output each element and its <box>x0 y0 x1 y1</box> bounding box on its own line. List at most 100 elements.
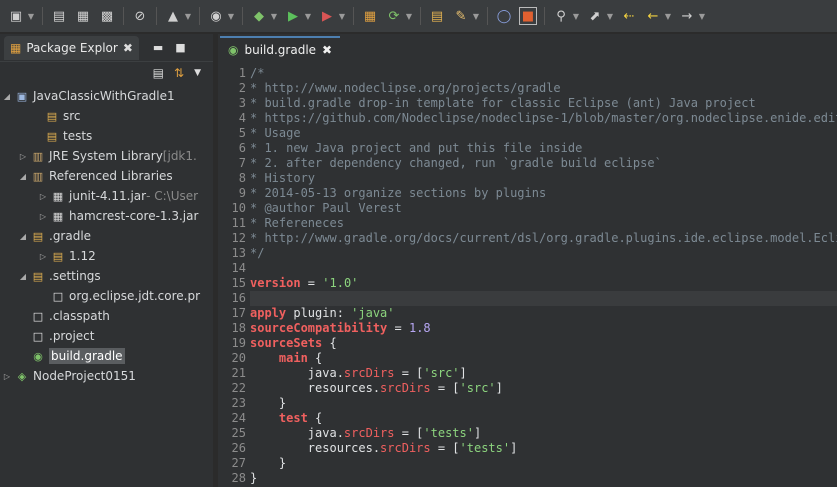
tree-item[interactable]: ▷ ▦ hamcrest-core-1.3.jar <box>38 206 199 226</box>
code-line[interactable]: resources.srcDirs = ['src'] <box>250 381 503 396</box>
code-line[interactable]: version = '1.0' <box>250 276 358 291</box>
expand-toggle-icon[interactable]: ▷ <box>38 212 48 221</box>
code-line[interactable]: * 2014-05-13 organize sections by plugin… <box>250 186 546 201</box>
code-line[interactable]: } <box>250 396 286 411</box>
chevron-down-icon[interactable]: ▼ <box>304 7 312 25</box>
minimize-icon[interactable]: ▬ <box>153 41 163 54</box>
code-line[interactable]: apply plugin: 'java' <box>250 306 395 321</box>
view-menu-icon[interactable]: ▼ <box>194 68 201 78</box>
code-token: test <box>278 411 308 425</box>
new-package-icon[interactable]: ▦ <box>361 7 379 25</box>
expand-toggle-icon[interactable]: ▷ <box>38 192 48 201</box>
back-icon[interactable]: ← <box>644 7 662 25</box>
link-with-editor-icon[interactable]: ⇅ <box>174 66 184 80</box>
code-line[interactable]: * Usage <box>250 126 301 141</box>
code-line[interactable]: */ <box>250 246 264 261</box>
search-icon[interactable]: ⚲ <box>552 7 570 25</box>
tree-item[interactable]: □ .project <box>18 326 95 346</box>
next-annotation-icon[interactable]: ⬈ <box>586 7 604 25</box>
chevron-down-icon[interactable]: ▼ <box>472 7 480 25</box>
save-icon[interactable]: ▤ <box>50 7 68 25</box>
tree-item[interactable]: ◢ ▥ Referenced Libraries <box>18 166 173 186</box>
chevron-down-icon[interactable]: ▼ <box>698 7 706 25</box>
chevron-down-icon[interactable]: ▼ <box>572 7 580 25</box>
prev-annotation-icon[interactable]: ⇠ <box>620 7 638 25</box>
line-number: 10 <box>231 201 246 215</box>
tree-item[interactable]: ▷ ◈ NodeProject0151 <box>2 366 136 386</box>
expand-toggle-icon[interactable]: ▷ <box>38 252 48 261</box>
collapse-all-icon[interactable]: ▤ <box>153 66 164 80</box>
run-icon[interactable]: ▶ <box>284 7 302 25</box>
build-icon[interactable]: ▲ <box>164 7 182 25</box>
tree-item[interactable]: ▤ tests <box>32 126 93 146</box>
chevron-down-icon[interactable]: ▼ <box>664 7 672 25</box>
tree-item[interactable]: ▷ ▥ JRE System Library [jdk1. <box>18 146 197 166</box>
code-line[interactable]: * http://www.gradle.org/docs/current/dsl… <box>250 231 837 246</box>
tree-item[interactable]: ▷ ▤ 1.12 <box>38 246 96 266</box>
expand-toggle-icon[interactable]: ◢ <box>18 272 28 281</box>
stop-icon[interactable]: ■ <box>519 7 537 25</box>
code-line[interactable]: resources.srcDirs = ['tests'] <box>250 441 518 456</box>
tree-item[interactable]: □ .classpath <box>18 306 110 326</box>
open-type-icon[interactable]: ▤ <box>428 7 446 25</box>
chevron-down-icon[interactable]: ▼ <box>227 7 235 25</box>
code-editor[interactable]: 1 /* 2 * http://www.nodeclipse.org/projects… <box>218 64 837 487</box>
new-icon[interactable]: ▣ <box>7 7 25 25</box>
code-line[interactable]: main { <box>250 351 322 366</box>
expand-toggle-icon[interactable]: ▷ <box>2 372 12 381</box>
highlight-icon[interactable]: ✎ <box>452 7 470 25</box>
tree-item[interactable]: □ org.eclipse.jdt.core.pr <box>38 286 200 306</box>
code-line[interactable]: } <box>250 471 257 486</box>
chevron-down-icon[interactable]: ▼ <box>606 7 614 25</box>
save-all-icon[interactable]: ▦ <box>74 7 92 25</box>
expand-toggle-icon[interactable]: ▷ <box>18 152 28 161</box>
code-line[interactable]: * build.gradle drop-in template for clas… <box>250 96 756 111</box>
chevron-down-icon[interactable]: ▼ <box>270 7 278 25</box>
close-icon[interactable]: ✖ <box>123 41 133 55</box>
code-line[interactable]: /* <box>250 66 264 81</box>
code-line[interactable]: java.srcDirs = ['tests'] <box>250 426 481 441</box>
code-line[interactable]: * http://www.nodeclipse.org/projects/gra… <box>250 81 561 96</box>
code-token: java. <box>250 426 344 440</box>
chevron-down-icon[interactable]: ▼ <box>27 7 35 25</box>
tree-item[interactable]: ◢ ▤ .gradle <box>18 226 91 246</box>
line-number: 26 <box>231 441 246 455</box>
code-line[interactable]: * Refereneces <box>250 216 344 231</box>
close-icon[interactable]: ✖ <box>322 43 332 57</box>
code-token: ] <box>459 366 467 380</box>
camera-icon[interactable]: ◉ <box>207 7 225 25</box>
maximize-icon[interactable]: ■ <box>175 41 185 54</box>
tab-package-explorer[interactable]: ▦ Package Explor ✖ <box>4 35 139 60</box>
tree-item[interactable]: ◢ ▤ .settings <box>18 266 101 286</box>
code-line[interactable]: } <box>250 456 286 471</box>
code-line[interactable] <box>250 291 837 306</box>
code-line[interactable]: * 2. after dependency changed, run `grad… <box>250 156 662 171</box>
code-line[interactable]: sourceSets { <box>250 336 337 351</box>
tree-item-detail: - C:\User <box>146 189 199 203</box>
expand-toggle-icon[interactable]: ◢ <box>18 172 28 181</box>
code-line[interactable]: test { <box>250 411 322 426</box>
expand-toggle-icon[interactable]: ◢ <box>18 232 28 241</box>
code-line[interactable]: * 1. new Java project and put this file … <box>250 141 582 156</box>
tree-item[interactable]: ▤ src <box>32 106 81 126</box>
print-icon[interactable]: ▩ <box>98 7 116 25</box>
chevron-down-icon[interactable]: ▼ <box>405 7 413 25</box>
skip-breakpoints-icon[interactable]: ⊘ <box>131 7 149 25</box>
expand-toggle-icon[interactable]: ◢ <box>2 92 12 101</box>
tab-build-gradle[interactable]: ◉ build.gradle ✖ <box>220 36 341 62</box>
external-tools-icon[interactable]: ▶ <box>318 7 336 25</box>
refresh-icon[interactable]: ⟳ <box>385 7 403 25</box>
code-line[interactable]: * History <box>250 171 315 186</box>
globe-icon[interactable]: ◯ <box>495 7 513 25</box>
code-line[interactable]: * @author Paul Verest <box>250 201 402 216</box>
tree-item[interactable]: ◢ ▣ JavaClassicWithGradle1 <box>2 86 175 106</box>
debug-icon[interactable]: ◆ <box>250 7 268 25</box>
code-line[interactable]: * https://github.com/Nodeclipse/nodeclip… <box>250 111 837 126</box>
chevron-down-icon[interactable]: ▼ <box>184 7 192 25</box>
code-line[interactable]: java.srcDirs = ['src'] <box>250 366 467 381</box>
tree-item[interactable]: ▷ ▦ junit-4.11.jar - C:\User <box>38 186 198 206</box>
chevron-down-icon[interactable]: ▼ <box>338 7 346 25</box>
tree-item[interactable]: ◉ build.gradle <box>18 346 125 366</box>
code-line[interactable]: sourceCompatibility = 1.8 <box>250 321 431 336</box>
forward-icon[interactable]: → <box>678 7 696 25</box>
